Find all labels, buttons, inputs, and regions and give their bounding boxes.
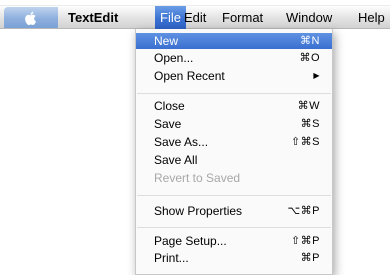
menu-item-label: Print... (154, 251, 189, 265)
menu-item-page-setup[interactable]: Page Setup... ⇧⌘P (136, 233, 332, 249)
apple-icon (25, 11, 36, 26)
shortcut-label: ⇧⌘S (290, 136, 320, 148)
menu-window[interactable]: Window (286, 6, 332, 29)
menu-item-label: Show Properties (154, 204, 243, 218)
menu-item-close[interactable]: Close ⌘W (136, 98, 332, 114)
menu-separator (137, 227, 331, 228)
shortcut-label: ⇧⌘P (290, 235, 320, 247)
menu-item-save-as[interactable]: Save As... ⇧⌘S (136, 134, 332, 150)
menu-item-label: Save All (154, 153, 198, 167)
menu-item-print[interactable]: Print... ⌘P (136, 250, 332, 266)
shortcut-label: ⌘W (297, 100, 320, 112)
shortcut-label: ⌘S (300, 118, 320, 130)
menu-file[interactable]: File (155, 6, 186, 29)
menu-item-show-properties[interactable]: Show Properties ⌥⌘P (136, 203, 332, 219)
shortcut-label: ⌘N (300, 35, 320, 47)
file-menu-dropdown: New ⌘N Open... ⌘O Open Recent ▶ Close ⌘W… (135, 29, 333, 275)
menu-item-open[interactable]: Open... ⌘O (136, 50, 332, 66)
menu-item-label: Save (154, 117, 182, 131)
menu-item-new[interactable]: New ⌘N (136, 33, 332, 49)
menu-item-label: Page Setup... (154, 234, 227, 248)
menu-item-save[interactable]: Save ⌘S (136, 116, 332, 132)
menu-item-label: New (154, 34, 179, 48)
menu-item-label: Revert to Saved (154, 171, 241, 185)
menu-bar: TextEdit File Edit Format Window Help (0, 5, 390, 29)
shortcut-label: ⌘P (300, 252, 320, 264)
shortcut-label: ⌘O (299, 52, 320, 64)
menu-textedit[interactable]: TextEdit (68, 6, 118, 29)
menu-edit[interactable]: Edit (184, 6, 206, 29)
shortcut-label: ⌥⌘P (287, 205, 320, 217)
menu-separator (137, 93, 331, 94)
menu-item-open-recent[interactable]: Open Recent ▶ (136, 68, 332, 84)
menu-item-label: Close (154, 99, 185, 113)
menu-item-label: Save As... (154, 135, 209, 149)
menu-item-label: Open Recent (154, 69, 225, 83)
menu-help[interactable]: Help (358, 6, 385, 29)
menu-format[interactable]: Format (222, 6, 263, 29)
menu-item-save-all[interactable]: Save All (136, 152, 332, 168)
submenu-arrow-icon: ▶ (313, 71, 320, 80)
menu-item-revert-to-saved: Revert to Saved (136, 170, 332, 186)
apple-menu-button[interactable] (4, 7, 58, 28)
menu-separator (137, 195, 331, 196)
menu-item-label: Open... (154, 51, 194, 65)
